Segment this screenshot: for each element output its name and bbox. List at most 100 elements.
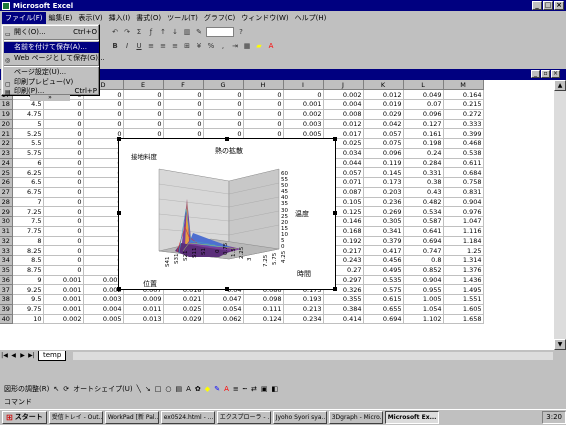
cell[interactable]: 0 xyxy=(83,226,124,237)
cell[interactable]: 0.399 xyxy=(443,128,484,139)
first-sheet-arrow-icon[interactable]: |◀ xyxy=(0,351,9,360)
cell[interactable]: 0.096 xyxy=(403,109,444,120)
cell[interactable]: 7 xyxy=(12,197,44,208)
cell[interactable]: 0 xyxy=(43,167,84,178)
cell[interactable]: 0 xyxy=(83,216,124,227)
cell[interactable]: 0 xyxy=(243,119,284,130)
cell[interactable]: 0 xyxy=(83,167,124,178)
align-center-icon[interactable]: ≡ xyxy=(158,41,168,51)
fill-color-icon[interactable]: ▰ xyxy=(254,41,264,51)
column-header[interactable]: G xyxy=(203,80,244,91)
cell[interactable]: 0.025 xyxy=(163,304,204,315)
start-button[interactable]: ⊞ スタート xyxy=(2,411,47,424)
bold-icon[interactable]: B xyxy=(110,41,120,51)
cell[interactable]: 9.5 xyxy=(12,294,44,305)
column-header[interactable]: F xyxy=(163,80,204,91)
select-pointer-icon[interactable]: ↖ xyxy=(53,385,59,393)
cell[interactable]: 1.376 xyxy=(443,265,484,276)
prev-sheet-arrow-icon[interactable]: ◀ xyxy=(9,351,18,360)
cell[interactable]: 1.047 xyxy=(443,216,484,227)
cell[interactable]: 0.012 xyxy=(363,89,404,100)
row-header[interactable]: 23 xyxy=(0,148,13,159)
cell[interactable]: 0.904 xyxy=(443,197,484,208)
row-header[interactable]: 31 xyxy=(0,226,13,237)
row-header[interactable]: 37 xyxy=(0,284,13,295)
row-header[interactable]: 28 xyxy=(0,197,13,208)
cell[interactable]: 0 xyxy=(83,255,124,266)
row-header[interactable]: 21 xyxy=(0,128,13,139)
cell[interactable]: 0.215 xyxy=(443,99,484,110)
column-header[interactable]: J xyxy=(323,80,364,91)
cell[interactable]: 0.213 xyxy=(283,304,324,315)
cell[interactable]: 0.414 xyxy=(323,314,364,325)
menu-save-as[interactable]: 名前を付けて保存(A)... xyxy=(4,42,99,53)
cell[interactable]: 0.012 xyxy=(323,119,364,130)
chart-wizard-icon[interactable]: ▥ xyxy=(182,27,192,37)
cell[interactable]: 6 xyxy=(12,158,44,169)
cell[interactable]: 0.001 xyxy=(43,275,84,286)
cell[interactable]: 0.029 xyxy=(163,314,204,325)
function-icon[interactable]: ƒ xyxy=(146,27,156,37)
menu-item[interactable]: 書式(O) xyxy=(133,12,164,24)
draw-menu-button[interactable]: 図形の調整(R) xyxy=(4,384,49,394)
taskbar-item[interactable]: ex0524.html - ... xyxy=(160,411,215,424)
oval-icon[interactable]: ○ xyxy=(165,385,171,393)
cell[interactable]: 0.384 xyxy=(323,304,364,315)
row-header[interactable]: 40 xyxy=(0,314,13,325)
cell[interactable]: 0 xyxy=(83,158,124,169)
cell[interactable]: 0.694 xyxy=(363,314,404,325)
cell[interactable]: 4.75 xyxy=(12,109,44,120)
cell[interactable]: 0.164 xyxy=(443,89,484,100)
cell[interactable]: 0 xyxy=(43,255,84,266)
cell[interactable]: 0 xyxy=(43,197,84,208)
resize-handle[interactable] xyxy=(225,287,229,291)
help-icon[interactable]: ? xyxy=(236,27,246,37)
cell[interactable]: 0.127 xyxy=(403,119,444,130)
undo-icon[interactable]: ↶ xyxy=(110,27,120,37)
line-color-icon[interactable]: ✎ xyxy=(214,385,220,393)
cell[interactable]: 0 xyxy=(163,89,204,100)
italic-icon[interactable]: I xyxy=(122,41,132,51)
sum-icon[interactable]: Σ xyxy=(134,27,144,37)
cell[interactable]: 0.269 xyxy=(363,206,404,217)
cell[interactable]: 0.049 xyxy=(403,89,444,100)
cell[interactable]: 5.75 xyxy=(12,148,44,159)
row-header[interactable]: 34 xyxy=(0,255,13,266)
cell[interactable]: 9 xyxy=(12,275,44,286)
cell[interactable]: 1.551 xyxy=(443,294,484,305)
line-icon[interactable]: ╲ xyxy=(137,385,141,393)
workbook-restore-button[interactable]: ▫ xyxy=(541,70,550,78)
menu-item[interactable]: ツール(T) xyxy=(164,12,201,24)
cell[interactable]: 6.75 xyxy=(12,187,44,198)
cell[interactable]: 0.535 xyxy=(363,275,404,286)
cell[interactable]: 0.615 xyxy=(363,294,404,305)
cell[interactable]: 0.852 xyxy=(403,265,444,276)
cell[interactable]: 1.436 xyxy=(443,275,484,286)
cell[interactable]: 0.684 xyxy=(443,167,484,178)
row-header[interactable]: 24 xyxy=(0,158,13,169)
cell[interactable]: 0.005 xyxy=(83,314,124,325)
underline-icon[interactable]: U xyxy=(134,41,144,51)
cell[interactable]: 0 xyxy=(203,99,244,110)
cell[interactable]: 0.904 xyxy=(403,275,444,286)
cell[interactable]: 0 xyxy=(43,206,84,217)
column-header[interactable]: M xyxy=(443,80,484,91)
line-style-icon[interactable]: ≡ xyxy=(233,385,239,393)
menu-item[interactable]: ファイル(F) xyxy=(2,11,46,24)
cell[interactable]: 0.009 xyxy=(123,294,164,305)
cell[interactable]: 0.003 xyxy=(283,119,324,130)
taskbar-item[interactable]: 受信トレイ - Out... xyxy=(48,411,103,424)
cell[interactable]: 0.955 xyxy=(403,284,444,295)
cell[interactable]: 1.184 xyxy=(443,236,484,247)
cell[interactable]: 0 xyxy=(163,99,204,110)
shadow-icon[interactable]: ▣ xyxy=(261,385,268,393)
cell[interactable]: 5.5 xyxy=(12,138,44,149)
cell[interactable]: 0 xyxy=(43,158,84,169)
cell[interactable]: 0.482 xyxy=(403,197,444,208)
cell[interactable]: 0 xyxy=(123,119,164,130)
cell[interactable]: 8.5 xyxy=(12,255,44,266)
column-header[interactable]: H xyxy=(243,80,284,91)
cell[interactable]: 0.234 xyxy=(283,314,324,325)
cell[interactable]: 9.75 xyxy=(12,304,44,315)
comma-icon[interactable]: , xyxy=(218,41,228,51)
